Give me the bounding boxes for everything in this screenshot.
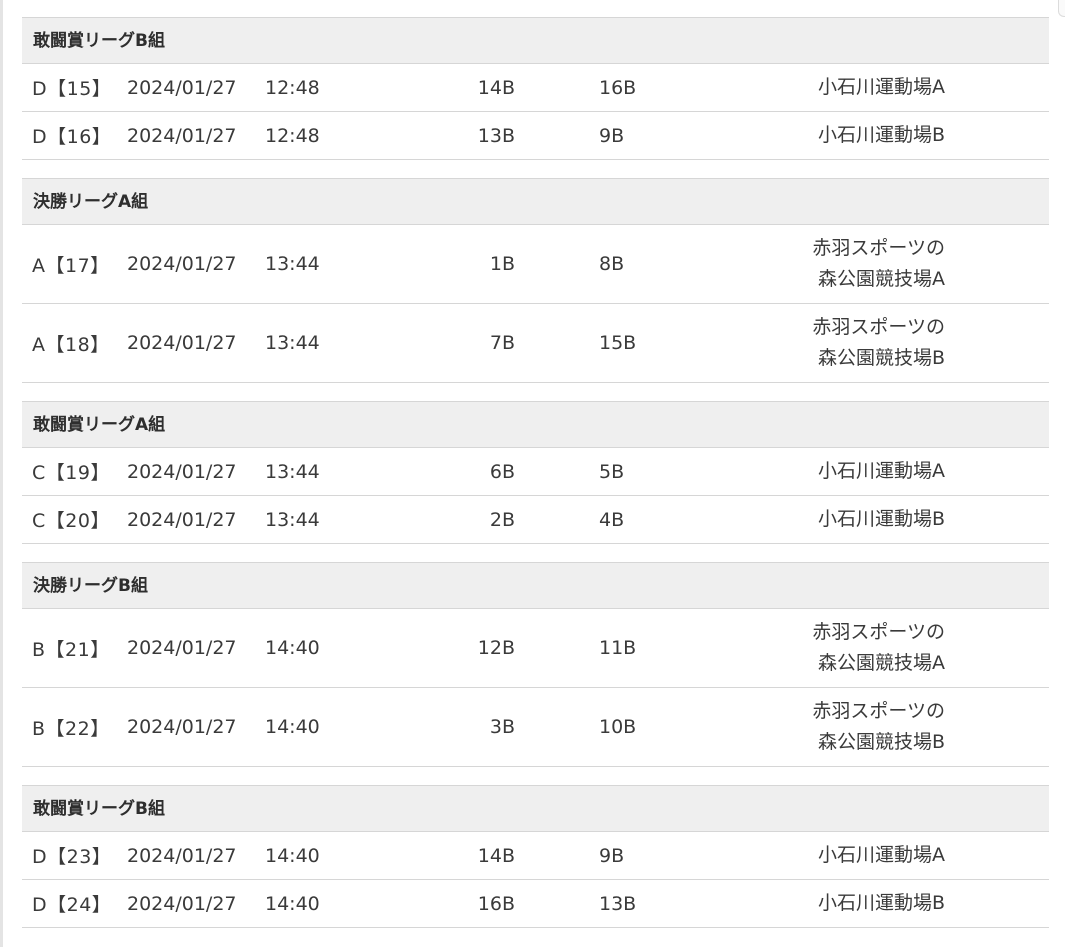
group-title: 決勝リーグA組 [22,178,1049,225]
match-date: 2024/01/27 [127,332,237,354]
match-time: 14:40 [265,637,320,659]
group-title: 敢闘賞リーグB組 [22,17,1049,64]
away-team: 13B [599,892,637,915]
match-time: 13:44 [265,508,320,531]
match-venue: 小石川運動場A [742,64,945,111]
match-date: 2024/01/27 [127,76,237,99]
match-row: B【21】 2024/01/27 14:40 12B 11B 赤羽スポーツの 森… [22,609,1049,688]
match-id: A【18】 [32,333,110,356]
home-team: 3B [489,716,515,738]
group-title: 敢闘賞リーグB組 [22,785,1049,832]
match-row: A【18】 2024/01/27 13:44 7B 15B 赤羽スポーツの 森公… [22,304,1049,383]
match-row: C【19】 2024/01/27 13:44 6B 5B 小石川運動場A [22,448,1049,496]
match-time: 14:40 [265,844,320,867]
away-team: 10B [599,716,637,738]
match-time: 13:44 [265,460,320,483]
away-team: 4B [599,508,625,531]
match-time: 13:44 [265,332,320,354]
match-date: 2024/01/27 [127,844,237,867]
venue-label: 小石川運動場B [817,892,945,914]
venue-label: 小石川運動場B [817,124,945,146]
match-time: 12:48 [265,124,320,147]
match-row: C【20】 2024/01/27 13:44 2B 4B 小石川運動場B [22,496,1049,544]
match-id: C【19】 [32,462,110,484]
match-id: D【24】 [32,894,112,916]
match-date: 2024/01/27 [127,892,237,915]
venue-label: 小石川運動場A [818,460,945,482]
home-team: 16B [477,892,515,915]
league-group: 敢闘賞リーグB組 D【15】 2024/01/27 12:48 14B 16B … [22,17,1049,160]
venue-label: 赤羽スポーツの 森公園競技場B [812,316,945,369]
away-team: 11B [599,637,637,659]
match-row: D【16】 2024/01/27 12:48 13B 9B 小石川運動場B [22,112,1049,160]
match-id: D【23】 [32,846,112,868]
match-date: 2024/01/27 [127,508,237,531]
match-row: A【17】 2024/01/27 13:44 1B 8B 赤羽スポーツの 森公園… [22,225,1049,304]
match-row: D【15】 2024/01/27 12:48 14B 16B 小石川運動場A [22,64,1049,112]
away-team: 15B [599,332,637,354]
venue-label: 赤羽スポーツの 森公園競技場A [812,237,945,290]
match-id: D【15】 [32,78,112,100]
league-group: 敢闘賞リーグA組 C【19】 2024/01/27 13:44 6B 5B 小石… [22,401,1049,544]
match-id: B【22】 [32,717,110,740]
away-team: 9B [599,124,625,147]
home-team: 14B [477,844,515,867]
left-border [0,0,3,947]
match-row: D【24】 2024/01/27 14:40 16B 13B 小石川運動場B [22,880,1049,928]
match-date: 2024/01/27 [127,460,237,483]
venue-label: 小石川運動場A [818,844,945,866]
group-title: 敢闘賞リーグA組 [22,401,1049,448]
away-team: 5B [599,460,625,483]
match-venue: 小石川運動場B [742,112,945,159]
match-venue: 赤羽スポーツの 森公園競技場A [742,225,945,303]
away-team: 9B [599,844,625,867]
away-team: 8B [599,253,625,275]
page: 敢闘賞リーグB組 D【15】 2024/01/27 12:48 14B 16B … [0,0,1065,947]
home-team: 2B [489,508,515,531]
home-team: 1B [489,253,515,275]
match-row: B【22】 2024/01/27 14:40 3B 10B 赤羽スポーツの 森公… [22,688,1049,767]
match-venue: 赤羽スポーツの 森公園競技場A [742,609,945,687]
match-id: D【16】 [32,126,112,148]
home-team: 14B [477,76,515,99]
league-group: 決勝リーグA組 A【17】 2024/01/27 13:44 1B 8B 赤羽ス… [22,178,1049,383]
home-team: 13B [477,124,515,147]
match-venue: 小石川運動場B [742,880,945,927]
match-venue: 赤羽スポーツの 森公園競技場B [742,304,945,382]
venue-label: 小石川運動場B [817,508,945,530]
match-date: 2024/01/27 [127,637,237,659]
match-id: B【21】 [32,638,110,661]
match-venue: 赤羽スポーツの 森公園競技場B [742,688,945,766]
match-time: 14:40 [265,716,320,738]
match-venue: 小石川運動場A [742,448,945,495]
match-id: A【17】 [32,254,110,277]
venue-label: 小石川運動場A [818,76,945,98]
group-title: 決勝リーグB組 [22,562,1049,609]
away-team: 16B [599,76,637,99]
home-team: 12B [477,637,515,659]
match-time: 14:40 [265,892,320,915]
home-team: 6B [489,460,515,483]
league-group: 決勝リーグB組 B【21】 2024/01/27 14:40 12B 11B 赤… [22,562,1049,767]
match-date: 2024/01/27 [127,716,237,738]
match-venue: 小石川運動場B [742,496,945,543]
scrollbar-corner[interactable] [1058,0,1065,17]
match-row: D【23】 2024/01/27 14:40 14B 9B 小石川運動場A [22,832,1049,880]
match-time: 12:48 [265,76,320,99]
venue-label: 赤羽スポーツの 森公園競技場A [812,621,945,674]
match-date: 2024/01/27 [127,124,237,147]
home-team: 7B [489,332,515,354]
match-time: 13:44 [265,253,320,275]
venue-label: 赤羽スポーツの 森公園競技場B [812,700,945,753]
match-id: C【20】 [32,510,110,532]
match-schedule: 敢闘賞リーグB組 D【15】 2024/01/27 12:48 14B 16B … [22,17,1049,946]
league-group: 敢闘賞リーグB組 D【23】 2024/01/27 14:40 14B 9B 小… [22,785,1049,928]
match-date: 2024/01/27 [127,253,237,275]
match-venue: 小石川運動場A [742,832,945,879]
